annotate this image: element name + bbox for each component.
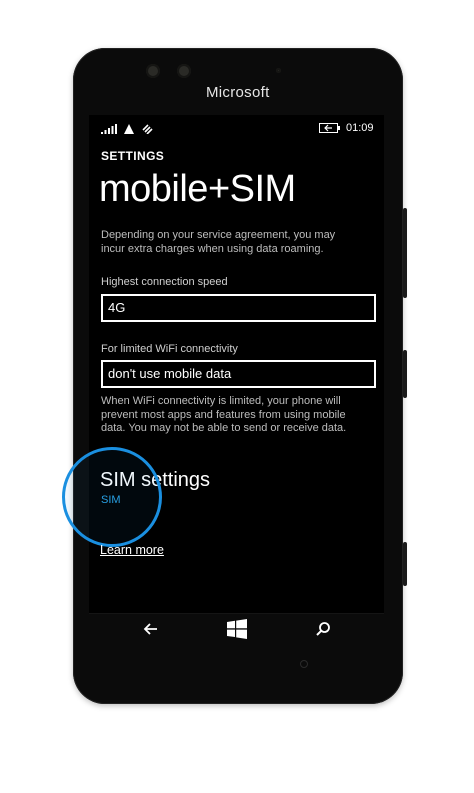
data-triangle-icon	[124, 124, 134, 134]
camera-button	[403, 542, 407, 586]
roaming-note: Depending on your service agreement, you…	[101, 229, 371, 256]
nav-divider	[89, 613, 384, 614]
battery-charging-icon	[319, 123, 340, 133]
search-icon[interactable]	[315, 621, 331, 637]
learn-more-link[interactable]: Learn more	[100, 543, 164, 557]
back-arrow-icon[interactable]	[143, 622, 159, 636]
windows-logo-icon[interactable]	[227, 619, 247, 639]
wifi-limited-label: For limited WiFi connectivity	[101, 343, 238, 355]
page-title: mobile+SIM	[99, 168, 296, 210]
home-dot	[300, 660, 308, 668]
roaming-note-line: Depending on your service agreement, you…	[101, 229, 336, 241]
power-button	[403, 350, 407, 398]
volume-button	[403, 208, 407, 298]
proximity-sensor	[276, 68, 281, 73]
wifi-note-line: When WiFi connectivity is limited, your …	[101, 395, 341, 407]
wifi-note-line: prevent most apps and features from usin…	[101, 408, 346, 421]
roaming-note-line: incur extra charges when using data roam…	[101, 242, 324, 255]
wifi-icon	[142, 124, 153, 134]
wifi-limited-select[interactable]: don't use mobile data	[101, 360, 376, 388]
wifi-note: When WiFi connectivity is limited, your …	[101, 395, 371, 436]
connection-speed-label: Highest connection speed	[101, 276, 228, 288]
section-header: SETTINGS	[101, 149, 165, 163]
wifi-note-line: data. You may not be able to send or rec…	[101, 422, 347, 434]
brand-logo: Microsoft	[206, 84, 270, 101]
sensor	[177, 64, 191, 78]
signal-bars-icon	[101, 124, 117, 134]
connection-speed-select[interactable]: 4G	[101, 294, 376, 322]
front-camera	[146, 64, 160, 78]
highlight-ring	[62, 447, 162, 547]
status-time: 01:09	[346, 122, 374, 134]
